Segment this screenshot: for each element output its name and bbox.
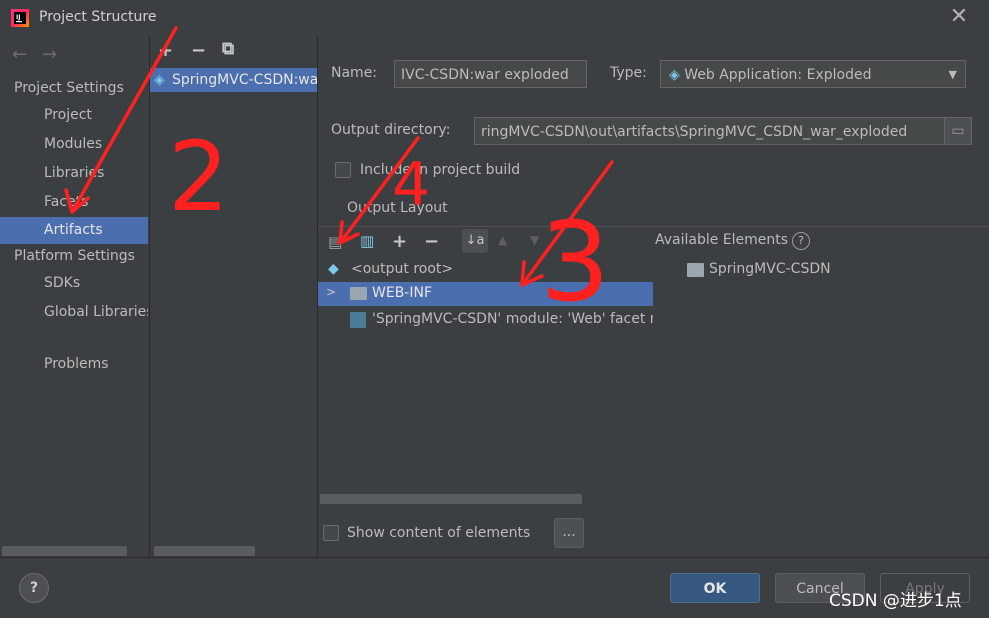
folder-browse-icon[interactable]: ▭ (944, 117, 972, 145)
artifacts-scrollbar[interactable] (154, 546, 255, 556)
back-arrow-icon[interactable]: ← (12, 44, 27, 65)
sidebar-item-project[interactable]: Project (0, 102, 148, 129)
folder-icon (350, 287, 367, 300)
copy-artifact-icon[interactable]: ⧉ (222, 39, 234, 59)
move-down-icon[interactable]: ▼ (530, 233, 539, 247)
artifact-item-label: SpringMVC-CSDN:war exploded (172, 72, 317, 88)
type-select[interactable]: ◈ Web Application: Exploded ▼ (660, 60, 966, 88)
chevron-down-icon: ▼ (948, 68, 957, 81)
name-field[interactable]: IVC-CSDN:war exploded (394, 60, 587, 88)
sort-alphabetically-icon[interactable]: ↓a (462, 229, 488, 253)
sidebar-item-artifacts[interactable]: Artifacts (0, 217, 148, 244)
sidebar-item-facets[interactable]: Facets (0, 189, 148, 216)
help-button[interactable]: ? (19, 573, 49, 603)
window-title: Project Structure (39, 9, 157, 25)
ok-button[interactable]: OK (670, 573, 760, 603)
web-facet-icon (350, 312, 366, 328)
web-inf-node: WEB-INF (372, 285, 432, 301)
output-root-icon: ◆ (328, 261, 339, 277)
create-directory-icon[interactable]: ▤ (328, 233, 342, 251)
remove-element-icon[interactable]: − (424, 231, 439, 252)
sidebar-item-modules[interactable]: Modules (0, 131, 148, 158)
ellipsis-button[interactable]: ... (554, 518, 584, 548)
type-label: Type: (610, 65, 647, 81)
show-content-label: Show content of elements (347, 525, 531, 541)
output-layout-label: Output Layout (347, 200, 448, 216)
sidebar-item-problems[interactable]: Problems (0, 351, 148, 378)
expand-chevron-icon[interactable]: > (326, 285, 336, 299)
output-directory-label: Output directory: (331, 122, 451, 138)
svg-text:IJ: IJ (16, 14, 20, 21)
output-directory-field[interactable]: ringMVC-CSDN\out\artifacts\SpringMVC_CSD… (474, 117, 946, 145)
create-archive-icon[interactable]: ▥ (360, 232, 374, 250)
help-circle-icon[interactable]: ? (792, 232, 810, 250)
remove-artifact-icon[interactable]: − (191, 40, 206, 61)
close-icon[interactable]: ✕ (948, 6, 970, 28)
include-in-build-label: Include in project build (360, 162, 521, 178)
show-content-checkbox[interactable] (323, 525, 339, 541)
forward-arrow-icon[interactable]: → (42, 44, 57, 65)
facet-resources-node[interactable]: 'SpringMVC-CSDN' module: 'Web' facet res… (372, 311, 653, 327)
module-folder-icon (687, 263, 704, 277)
artifact-list-item[interactable]: ◈ SpringMVC-CSDN:war exploded (150, 68, 317, 92)
add-artifact-icon[interactable]: + (158, 40, 173, 61)
annotation-arrow-4 (338, 136, 420, 245)
available-elements-label: Available Elements (655, 232, 789, 248)
platform-settings-header: Platform Settings (14, 248, 135, 264)
project-settings-header: Project Settings (14, 80, 124, 96)
csdn-watermark: CSDN @进步1点 (829, 591, 962, 611)
web-inf-row[interactable] (318, 282, 653, 306)
sidebar-item-sdks[interactable]: SDKs (0, 270, 148, 297)
include-in-build-checkbox[interactable] (335, 162, 351, 178)
web-artifact-icon: ◈ (154, 72, 165, 88)
web-app-type-icon: ◈ (669, 67, 680, 83)
artifacts-list-panel (150, 36, 317, 557)
sidebar-item-libraries[interactable]: Libraries (0, 160, 148, 187)
intellij-app-icon: IJ (11, 9, 29, 27)
sidebar-scrollbar[interactable] (2, 546, 127, 556)
add-copy-of-icon[interactable]: + (392, 231, 407, 252)
output-layout-separator (318, 226, 989, 227)
layout-horizontal-scrollbar[interactable] (320, 494, 582, 504)
name-label: Name: (331, 65, 378, 81)
output-root-node[interactable]: <output root> (351, 261, 453, 277)
move-up-icon[interactable]: ▲ (498, 233, 507, 247)
sidebar-item-global-libraries[interactable]: Global Libraries (0, 299, 148, 326)
available-module-item[interactable]: SpringMVC-CSDN (709, 261, 831, 277)
type-select-value: Web Application: Exploded (684, 67, 872, 83)
